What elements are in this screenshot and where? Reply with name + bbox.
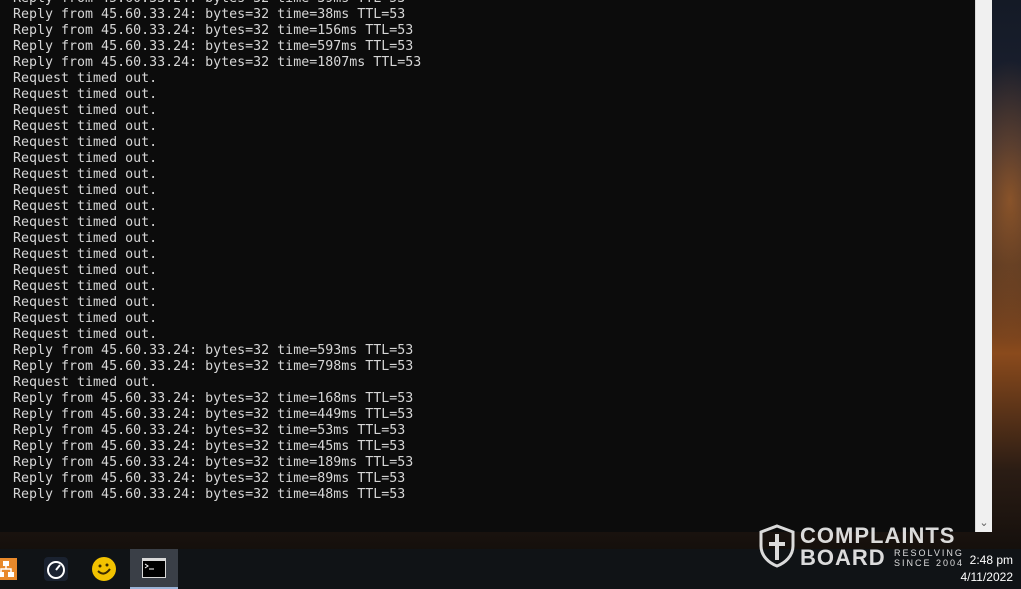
console-line: Reply from 45.60.33.24: bytes=32 time=15…: [13, 23, 414, 38]
console-line: Request timed out.: [13, 295, 158, 310]
console-line: Request timed out.: [13, 167, 158, 182]
scrollbar-thumb[interactable]: [978, 0, 990, 508]
console-output: Reply from 45.60.33.24: bytes=32 time=39…: [13, 0, 963, 526]
speedometer-icon: [44, 557, 68, 581]
watermark-subtitle: BOARD: [800, 545, 886, 570]
command-prompt-window[interactable]: Reply from 45.60.33.24: bytes=32 time=39…: [0, 0, 992, 532]
console-line: Request timed out.: [13, 311, 158, 326]
console-line: Reply from 45.60.33.24: bytes=32 time=38…: [13, 7, 406, 22]
taskbar-app-network[interactable]: [0, 549, 30, 589]
console-line: Request timed out.: [13, 263, 158, 278]
console-line: Request timed out.: [13, 279, 158, 294]
smiley-app-icon: [92, 557, 116, 581]
shield-logo-icon: [759, 524, 795, 568]
console-line: Reply from 45.60.33.24: bytes=32 time=79…: [13, 359, 414, 374]
console-line: Reply from 45.60.33.24: bytes=32 time=59…: [13, 39, 414, 54]
console-line: Request timed out.: [13, 183, 158, 198]
console-line: Request timed out.: [13, 119, 158, 134]
clock-date: 4/11/2022: [960, 570, 1014, 584]
console-line: Reply from 45.60.33.24: bytes=32 time=44…: [13, 407, 414, 422]
console-line: Request timed out.: [13, 135, 158, 150]
watermark-tagline-2: SINCE 2004: [894, 558, 965, 568]
taskbar-app-speedtest[interactable]: [32, 549, 80, 589]
command-prompt-icon: [142, 558, 166, 578]
console-line: Request timed out.: [13, 87, 158, 102]
console-line: Request timed out.: [13, 231, 158, 246]
taskbar-app-smiley[interactable]: [80, 549, 128, 589]
console-line: Reply from 45.60.33.24: bytes=32 time=18…: [13, 55, 422, 70]
console-line: Reply from 45.60.33.24: bytes=32 time=53…: [13, 423, 406, 438]
console-line: Request timed out.: [13, 247, 158, 262]
console-line: Reply from 45.60.33.24: bytes=32 time=18…: [13, 455, 414, 470]
console-line: Request timed out.: [13, 199, 158, 214]
console-line: Reply from 45.60.33.24: bytes=32 time=45…: [13, 439, 406, 454]
console-line: Request timed out.: [13, 151, 158, 166]
watermark-title: COMPLAINTS: [800, 523, 956, 548]
scroll-down-arrow-icon[interactable]: ⌄: [976, 514, 992, 532]
vertical-scrollbar[interactable]: ⌄: [975, 0, 992, 532]
taskbar-app-command-prompt[interactable]: [130, 549, 178, 589]
console-line: Reply from 45.60.33.24: bytes=32 time=48…: [13, 487, 406, 502]
complaintsboard-watermark: COMPLAINTS BOARD RESOLVING SINCE 2004: [759, 522, 974, 570]
console-line: Reply from 45.60.33.24: bytes=32 time=39…: [13, 0, 963, 7]
console-line: Reply from 45.60.33.24: bytes=32 time=89…: [13, 471, 406, 486]
watermark-tagline-1: RESOLVING: [894, 548, 964, 558]
console-line: Request timed out.: [13, 103, 158, 118]
console-line: Reply from 45.60.33.24: bytes=32 time=59…: [13, 343, 414, 358]
console-line: Request timed out.: [13, 375, 158, 390]
console-line: Request timed out.: [13, 327, 158, 342]
system-clock[interactable]: 2:48 pm 4/11/2022: [961, 552, 1014, 586]
clock-time: 2:48 pm: [969, 553, 1013, 567]
console-line: Request timed out.: [13, 215, 158, 230]
network-app-icon: [0, 558, 17, 580]
console-line: Reply from 45.60.33.24: bytes=32 time=16…: [13, 391, 414, 406]
console-line: Request timed out.: [13, 71, 158, 86]
